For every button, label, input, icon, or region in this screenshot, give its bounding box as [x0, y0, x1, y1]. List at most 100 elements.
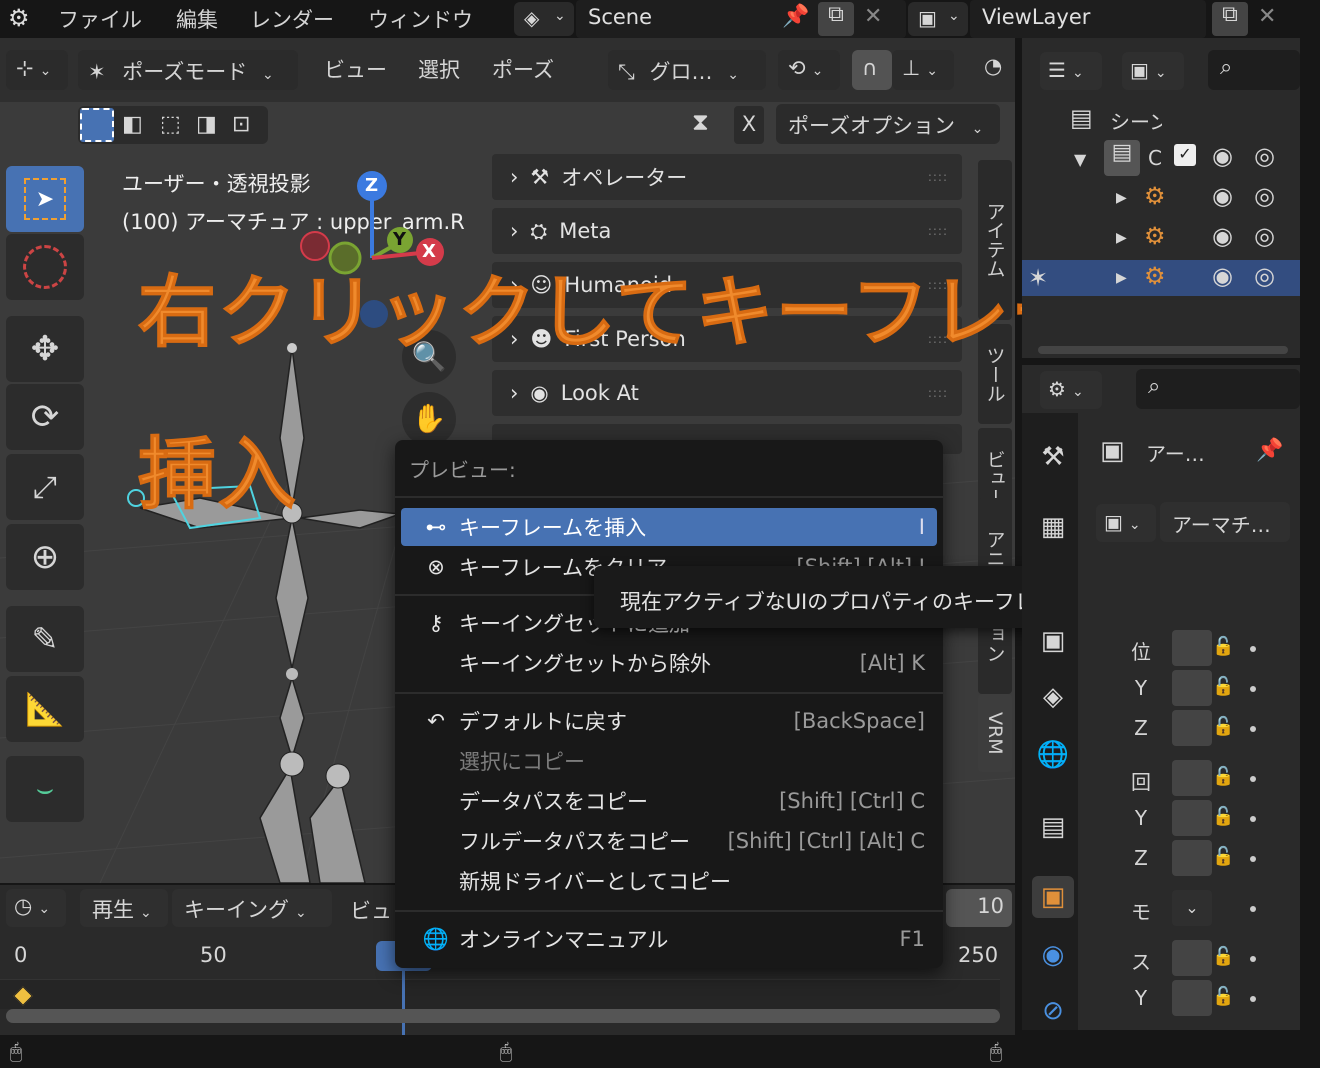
view-layer-field[interactable]: ViewLayer	[970, 0, 1206, 38]
current-frame-field[interactable]: 10	[946, 889, 1012, 927]
view-menu[interactable]: ビュ	[350, 895, 392, 925]
panel-look-at[interactable]: › ◉ Look At ::::	[492, 370, 962, 416]
eye-icon[interactable]: ◉	[1212, 142, 1233, 170]
playhead-line[interactable]	[402, 971, 405, 1035]
rotation-mode-dropdown[interactable]: ⌄	[1172, 890, 1212, 926]
panel-meta[interactable]: › ⛭ Meta ::::	[492, 208, 962, 254]
playback-menu[interactable]: 再生 ⌄	[80, 889, 168, 927]
menu-reset-default[interactable]: ↶ デフォルトに戻す [BackSpace]	[401, 702, 937, 740]
panel-operator[interactable]: › ⚒ オペレーター ::::	[492, 154, 962, 200]
prop-field-scale-y[interactable]	[1172, 980, 1212, 1016]
prop-field-rotation-x[interactable]	[1172, 760, 1212, 796]
lock-icon[interactable]: 🔓	[1212, 636, 1234, 657]
properties-search[interactable]: ⌕	[1136, 369, 1300, 409]
keyframe-dot-icon[interactable]	[1250, 906, 1256, 912]
menu-copy-data-path[interactable]: データパスをコピー [Shift] [Ctrl] C	[401, 782, 937, 820]
tab-world-icon[interactable]: 🌐	[1032, 734, 1074, 776]
proportional-edit-icon[interactable]: ◔	[984, 54, 1002, 78]
menu-edit[interactable]: 編集	[176, 4, 218, 34]
outliner[interactable]: ☰ ⌄ ▣ ⌄ ⌕ ▤ シーン ▼ ▤ C ✓ ◉ ◎ ▶ ⚙ ◉ ◎ ▶ ⚙ ◉ …	[1022, 38, 1300, 358]
tab-render-icon[interactable]: ▦	[1032, 506, 1074, 548]
annotate-tool[interactable]: ✎	[6, 606, 84, 672]
keyframe-dot-icon[interactable]	[1250, 956, 1256, 962]
prop-field-location-z[interactable]	[1172, 710, 1212, 746]
x-mirror-toggle[interactable]: X	[734, 106, 764, 144]
keyframe-dot-icon[interactable]	[1250, 686, 1256, 692]
tab-object-icon[interactable]: ▣	[1032, 876, 1074, 918]
timeline-editor-type[interactable]: ◷ ⌄	[6, 889, 66, 927]
menu-online-manual[interactable]: 🌐 オンラインマニュアル F1	[401, 920, 937, 958]
select-extend-icon[interactable]: ◧	[122, 112, 143, 137]
menu-select[interactable]: 選択	[418, 54, 460, 84]
close-icon[interactable]: ✕	[864, 4, 882, 29]
select-new-icon[interactable]	[80, 108, 114, 142]
menu-insert-keyframe[interactable]: ⊷ キーフレームを挿入 I	[401, 508, 937, 546]
lock-icon[interactable]: 🔓	[1212, 986, 1234, 1007]
outliner-scrollbar[interactable]	[1038, 346, 1288, 354]
drag-grip-icon[interactable]: ::::	[928, 386, 948, 400]
measure-tool[interactable]: 📐	[6, 676, 84, 742]
tab-tool-icon[interactable]: ⚒	[1032, 436, 1074, 478]
tab-collection-icon[interactable]: ▤	[1032, 806, 1074, 848]
chevron-right-icon[interactable]: ▶	[1116, 230, 1127, 246]
keyframe-dot-icon[interactable]	[1250, 856, 1256, 862]
keyframe-dot-icon[interactable]	[1250, 996, 1256, 1002]
eye-icon[interactable]: ◉	[1212, 262, 1233, 290]
new-view-layer-icon[interactable]: ⧉	[1212, 2, 1248, 36]
prop-field-location-y[interactable]	[1172, 670, 1212, 706]
pin-icon[interactable]: 📌	[782, 4, 809, 29]
select-invert-icon[interactable]: ◨	[196, 112, 217, 137]
camera-icon[interactable]: ◎	[1254, 222, 1275, 250]
transform-orientation-dropdown[interactable]: ⤡ グロ… ⌄	[608, 50, 766, 90]
lock-icon[interactable]: 🔓	[1212, 806, 1234, 827]
menu-render[interactable]: レンダー	[250, 4, 334, 34]
snap-toggle[interactable]: ∩	[852, 50, 892, 90]
keying-menu[interactable]: キーイング ⌄	[172, 889, 332, 927]
chevron-right-icon[interactable]: ▶	[1116, 270, 1127, 286]
display-mode-dropdown[interactable]: ▣ ⌄	[1122, 52, 1184, 90]
scene-type-dropdown[interactable]: ◈ ⌄	[514, 2, 574, 36]
camera-icon[interactable]: ◎	[1254, 262, 1275, 290]
menu-copy-as-driver[interactable]: 新規ドライバーとしてコピー	[401, 862, 937, 900]
scene-name-field[interactable]: Scene	[576, 0, 906, 38]
snap-target-dropdown[interactable]: ⊥ ⌄	[892, 50, 954, 90]
prop-field-rotation-z[interactable]	[1172, 840, 1212, 876]
prop-field-location-x[interactable]	[1172, 630, 1212, 666]
camera-icon[interactable]: ◎	[1254, 142, 1275, 170]
chevron-down-icon[interactable]: ▼	[1074, 150, 1086, 169]
outliner-editor-type[interactable]: ☰ ⌄	[1040, 52, 1102, 90]
keyframe-track[interactable]	[0, 979, 1000, 1009]
select-box-tool[interactable]: ➤	[6, 166, 84, 232]
data-name-field[interactable]: アーマチ…	[1160, 502, 1290, 542]
mode-dropdown[interactable]: ✶ ポーズモード ⌄	[78, 50, 298, 90]
outliner-search[interactable]: ⌕	[1208, 50, 1300, 90]
pin-icon[interactable]: 📌	[1256, 438, 1283, 463]
blender-logo-icon[interactable]: ⚙	[8, 4, 30, 32]
drag-grip-icon[interactable]: ::::	[928, 224, 948, 238]
move-tool[interactable]: ✥	[6, 316, 84, 382]
tab-vrm[interactable]: VRM	[978, 694, 1012, 772]
tab-view-layer-icon[interactable]: ▣	[1032, 620, 1074, 662]
properties-editor-type[interactable]: ⚙ ⌄	[1040, 371, 1102, 409]
close-icon[interactable]: ✕	[1258, 4, 1276, 29]
prop-field-scale-x[interactable]	[1172, 940, 1212, 976]
data-type-dropdown[interactable]: ▣ ⌄	[1096, 504, 1156, 542]
lock-icon[interactable]: 🔓	[1212, 676, 1234, 697]
transform-tool[interactable]: ⊕	[6, 524, 84, 590]
eye-icon[interactable]: ◉	[1212, 182, 1233, 210]
editor-type-dropdown[interactable]: ⊹ ⌄	[6, 50, 68, 90]
lock-icon[interactable]: 🔓	[1212, 716, 1234, 737]
view-layer-type-dropdown[interactable]: ▣ ⌄	[908, 2, 968, 36]
keyframe-dot-icon[interactable]	[1250, 816, 1256, 822]
scale-tool[interactable]: ⤢	[6, 454, 84, 520]
pose-relax-tool[interactable]: ⌣	[6, 756, 84, 822]
tab-constraint-icon[interactable]: ⊘	[1032, 990, 1074, 1032]
menu-remove-from-keying-set[interactable]: キーイングセットから除外 [Alt] K	[401, 644, 937, 682]
lock-icon[interactable]: 🔓	[1212, 946, 1234, 967]
rotate-tool[interactable]: ⟳	[6, 384, 84, 450]
lock-icon[interactable]: 🔓	[1212, 846, 1234, 867]
pose-options-dropdown[interactable]: ポーズオプション ⌄	[776, 104, 1000, 144]
menu-window[interactable]: ウィンドウ	[368, 4, 473, 34]
eye-icon[interactable]: ◉	[1212, 222, 1233, 250]
drag-grip-icon[interactable]: ::::	[928, 170, 948, 184]
